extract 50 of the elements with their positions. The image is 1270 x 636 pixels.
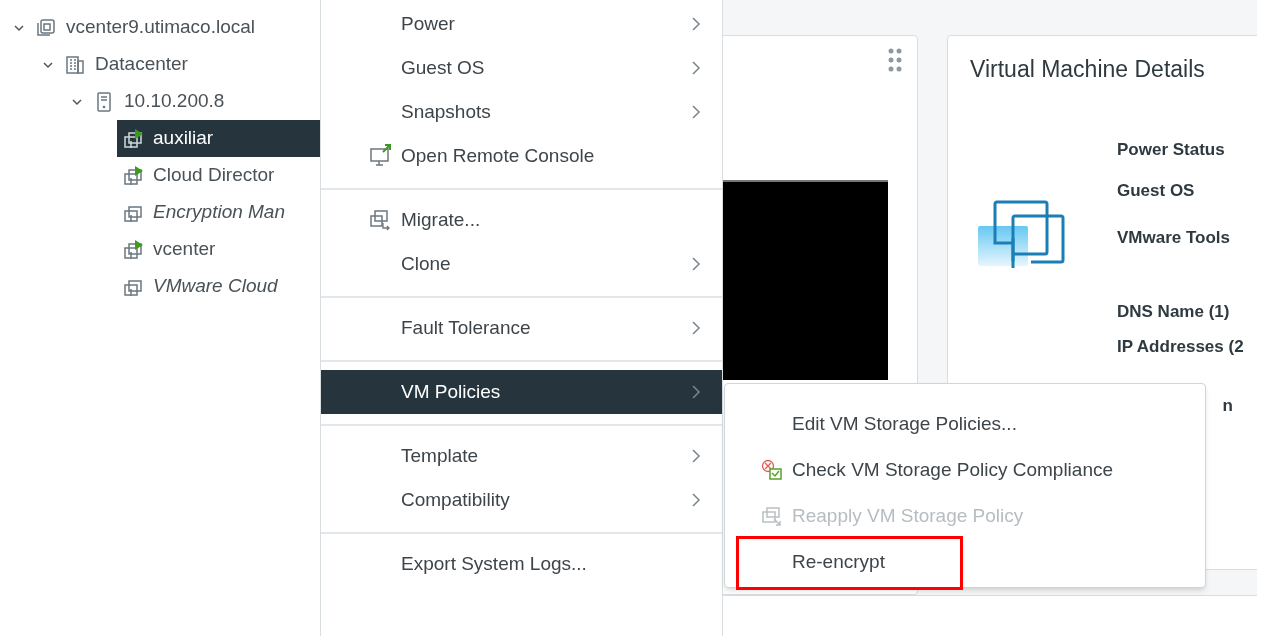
menu-item[interactable]: Template	[321, 434, 722, 478]
detail-label: n	[1222, 395, 1233, 417]
tree-item[interactable]: Datacenter	[59, 46, 320, 83]
detail-label: VMware Tools	[1117, 227, 1231, 249]
menu-item[interactable]: Compatibility	[321, 478, 722, 522]
chevron-right-icon	[690, 320, 702, 336]
submenu-item[interactable]: Edit VM Storage Policies...	[725, 401, 1205, 447]
chevron-right-icon	[690, 384, 702, 400]
menu-item[interactable]: VM Policies	[321, 370, 722, 414]
drag-handle-icon[interactable]	[887, 47, 903, 73]
tree-item[interactable]: VMware Cloud	[117, 268, 320, 305]
chevron-right-icon	[690, 492, 702, 508]
tree-item[interactable]: Cloud Director	[117, 157, 320, 194]
menu-item[interactable]: Clone	[321, 242, 722, 286]
tree-item[interactable]: vcenter	[117, 231, 320, 268]
running-vm-icon	[123, 128, 143, 149]
console-preview[interactable]	[720, 180, 888, 380]
running-vm-icon	[123, 165, 143, 186]
submenu-item[interactable]: Re-encrypt	[725, 539, 1205, 585]
menu-item[interactable]: Export System Logs...	[321, 542, 722, 586]
menu-item[interactable]: Snapshots	[321, 90, 722, 134]
menu-item[interactable]: Power	[321, 2, 722, 46]
tree-item[interactable]: vcenter9.utimaco.local	[30, 9, 320, 46]
card-title: Virtual Machine Details	[970, 55, 1205, 84]
chevron-right-icon	[690, 104, 702, 120]
compliance-check-icon	[761, 459, 783, 481]
detail-label: Guest OS	[1117, 180, 1195, 202]
chevron-right-icon	[690, 60, 702, 76]
chevron-right-icon	[690, 256, 702, 272]
chevron-right-icon	[690, 16, 702, 32]
menu-item[interactable]: Migrate...	[321, 198, 722, 242]
vcenter-icon	[36, 17, 56, 38]
detail-label: IP Addresses (2	[1117, 336, 1244, 358]
menu-item[interactable]: Fault Tolerance	[321, 306, 722, 350]
remote-console-icon	[369, 144, 392, 166]
server-icon	[94, 91, 114, 112]
migrate-icon	[369, 208, 391, 231]
tree-item[interactable]: auxiliar	[117, 120, 320, 157]
tree-item[interactable]: 10.10.200.8	[88, 83, 320, 120]
detail-label: Power Status	[1117, 139, 1225, 161]
submenu-item: Reapply VM Storage Policy	[725, 493, 1205, 539]
reapply-policy-icon	[761, 505, 783, 527]
submenu-item[interactable]: Check VM Storage Policy Compliance	[725, 447, 1205, 493]
menu-item[interactable]: Guest OS	[321, 46, 722, 90]
tree-item[interactable]: Encryption Man	[117, 194, 320, 231]
menu-item[interactable]: Open Remote Console	[321, 134, 722, 178]
detail-label: DNS Name (1)	[1117, 301, 1230, 323]
chevron-right-icon	[690, 448, 702, 464]
building-icon	[65, 54, 85, 75]
running-vm-icon	[123, 239, 143, 260]
